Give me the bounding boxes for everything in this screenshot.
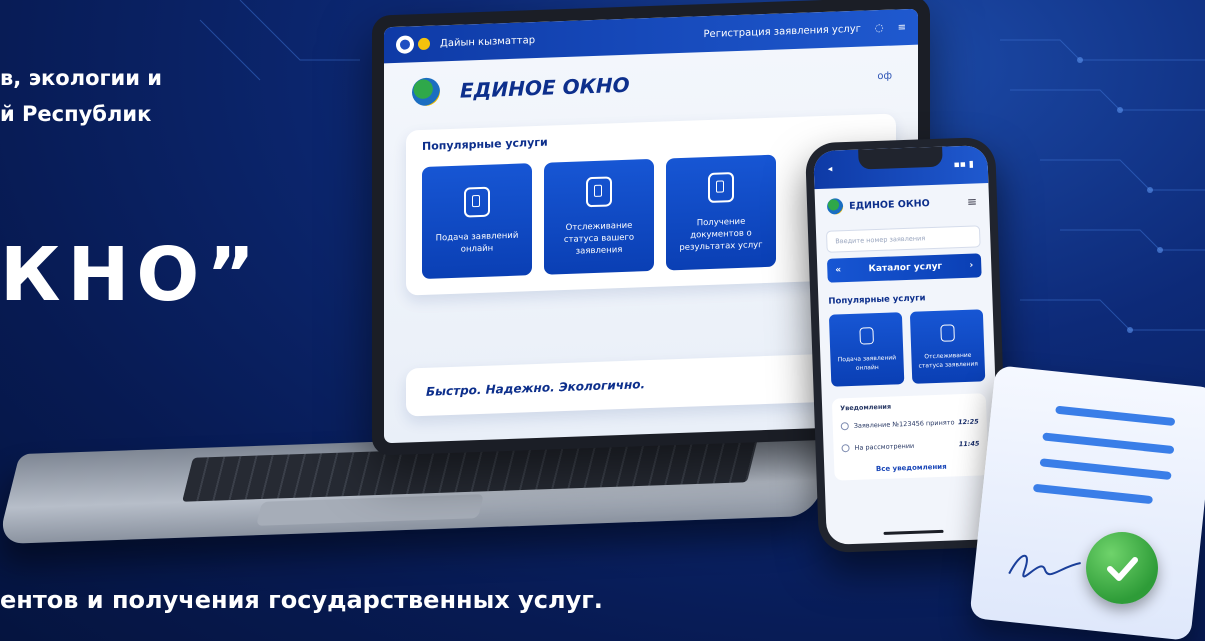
service-card-track[interactable]: Отслеживание статуса вашего заявления: [544, 158, 654, 275]
slogan-text: Быстро. Надежно. Экологично.: [426, 377, 646, 399]
chevron-right-icon: ›: [969, 260, 974, 271]
promo-organization: в, экологии и й Республик: [0, 60, 162, 132]
service-card-apply[interactable]: Подача заявлений онлайн: [422, 163, 532, 279]
hamburger-menu-icon[interactable]: ≡: [967, 194, 978, 208]
phone-service-card-apply[interactable]: Подача заявлений онлайн: [828, 312, 905, 387]
promo-headline: КНО”: [0, 232, 262, 318]
logo-icon[interactable]: [396, 35, 414, 54]
notification-time: 11:45: [958, 439, 980, 449]
notifications-title: Уведомления: [840, 402, 892, 413]
doc-text-line: [1032, 483, 1154, 505]
clock-icon: [841, 444, 850, 453]
topbar-services-link[interactable]: Дайын кызматтар: [440, 35, 535, 49]
notification-text: На рассмотрении: [854, 441, 915, 452]
checkmark-icon: [1086, 532, 1158, 604]
service-card-label: Подача заявлений онлайн: [435, 230, 519, 255]
catalog-button[interactable]: « Каталог услуг ›: [826, 253, 982, 283]
promo-org-line2: й Республик: [0, 102, 152, 126]
phone-card-label: Подача заявлений онлайн: [837, 353, 897, 372]
doc-text-line: [1039, 458, 1172, 481]
status-shield-icon: [586, 176, 612, 208]
promo-org-line1: в, экологии и: [0, 66, 162, 90]
catalog-button-label: Каталог услуг: [868, 261, 943, 275]
notification-text: Заявление №123456 принято: [853, 418, 955, 430]
clock-icon: [840, 422, 849, 431]
chevron-left-icon: «: [835, 265, 842, 276]
doc-text-line: [1055, 405, 1176, 427]
popular-services-title: Популярные услуги: [422, 135, 548, 153]
notification-item[interactable]: Заявление №123456 принято 12:25: [840, 417, 979, 431]
menu-icon[interactable]: ≡: [898, 22, 906, 33]
phone-service-card-track[interactable]: Отслеживание статуса заявления: [909, 309, 986, 384]
service-card-label: Отслеживание статуса вашего заявления: [563, 220, 635, 257]
phone-service-cards: Подача заявлений онлайн Отслеживание ста…: [819, 309, 995, 387]
home-indicator: [883, 529, 944, 535]
notification-time: 12:25: [957, 417, 979, 427]
header-right[interactable]: оф: [877, 70, 892, 82]
signature-icon: [1008, 554, 1081, 578]
emblem-icon: [412, 77, 440, 107]
topbar-registration-link[interactable]: Регистрация заявления услуг: [704, 23, 861, 39]
phone-page-title: ЕДИНОЕ ОКНО: [848, 197, 930, 212]
service-card-results[interactable]: Получение документов о результатах услуг: [666, 154, 776, 271]
status-shield-icon: [939, 323, 955, 342]
all-notifications-link[interactable]: Все уведомления: [842, 462, 980, 475]
back-icon[interactable]: ◂: [828, 165, 833, 175]
application-search-input[interactable]: Введите номер заявления: [825, 225, 981, 253]
phone: ◂ ▪▪ ▮ ЕДИНОЕ ОКНО ≡ Введите номер заявл…: [804, 136, 1010, 554]
sun-icon: [418, 37, 430, 51]
signal-battery-icon: ▪▪ ▮: [953, 159, 974, 171]
page-title: ЕДИНОЕ ОКНО: [460, 72, 630, 103]
document-lock-icon: [464, 186, 490, 218]
document-stamp-icon: [708, 172, 734, 204]
topbar-right: Регистрация заявления услуг ◌ ≡: [704, 22, 906, 40]
document-lock-icon: [858, 326, 874, 345]
phone-display: ◂ ▪▪ ▮ ЕДИНОЕ ОКНО ≡ Введите номер заявл…: [813, 145, 1001, 545]
emblem-icon: [826, 198, 844, 215]
doc-text-line: [1042, 432, 1175, 455]
user-icon[interactable]: ◌: [875, 22, 884, 33]
phone-header: ЕДИНОЕ ОКНО ≡: [815, 183, 990, 225]
service-card-label: Получение документов о результатах услуг: [679, 216, 763, 254]
notifications-header: Уведомления: [840, 400, 978, 413]
notification-item[interactable]: На рассмотрении 11:45: [841, 439, 980, 453]
promo-subline: ентов и получения государственных услуг.: [0, 586, 603, 614]
notifications-panel: Уведомления Заявление №123456 принято 12…: [831, 393, 989, 481]
phone-popular-title: Популярные услуги: [828, 293, 926, 307]
phone-card-label: Отслеживание статуса заявления: [918, 351, 978, 370]
approved-document-icon: [969, 365, 1205, 641]
phone-notch: [858, 146, 943, 170]
